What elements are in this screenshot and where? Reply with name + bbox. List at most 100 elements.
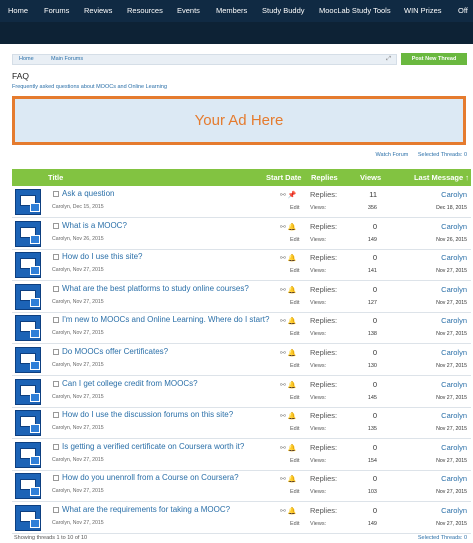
thread-row[interactable]: How do you unenroll from a Course on Cou… (12, 471, 471, 503)
forum-thread-icon[interactable] (15, 441, 41, 468)
link-icon[interactable]: ⚯ (280, 413, 286, 420)
thread-row[interactable]: What is a MOOC? Carolyn, Nov 26, 2015 ⚯ 🔔 Ed… (12, 219, 471, 250)
edit-link[interactable]: Edit (290, 395, 299, 401)
edit-link[interactable]: Edit (290, 521, 299, 527)
thread-row[interactable]: Do MOOCs offer Certificates? Carolyn, Nov… (12, 345, 471, 376)
last-message-date[interactable]: Nov 27, 2015 (436, 458, 467, 464)
nav-study-buddy[interactable]: Study Buddy (262, 6, 305, 15)
thread-row[interactable]: Is getting a verified certificate on Cou… (12, 440, 471, 471)
column-views[interactable]: Views (360, 173, 381, 182)
bell-icon[interactable]: 🔔 (288, 476, 297, 483)
nav-forums[interactable]: Forums (44, 6, 69, 15)
bell-icon[interactable]: 🔔 (288, 413, 297, 420)
last-message-date[interactable]: Nov 27, 2015 (436, 268, 467, 274)
selected-threads-link[interactable]: Selected Threads: 0 (418, 152, 467, 158)
last-message-user[interactable]: Carolyn (441, 474, 467, 483)
pin-icon[interactable]: 📌 (288, 192, 297, 199)
thread-row[interactable]: What are the requirements for taking a M… (12, 503, 471, 534)
last-message-date[interactable]: Nov 27, 2015 (436, 363, 467, 369)
last-message-date[interactable]: Nov 27, 2015 (436, 426, 467, 432)
thread-title[interactable]: What are the requirements for taking a M… (62, 505, 230, 514)
last-message-date[interactable]: Nov 27, 2015 (436, 521, 467, 527)
edit-link[interactable]: Edit (290, 205, 299, 211)
thread-title[interactable]: How do I use this site? (62, 252, 142, 261)
edit-link[interactable]: Edit (290, 426, 299, 432)
bell-icon[interactable]: 🔔 (288, 287, 297, 294)
edit-link[interactable]: Edit (290, 268, 299, 274)
watch-forum-link[interactable]: Watch Forum (376, 152, 409, 158)
thread-row[interactable]: Ask a question Carolyn, Dec 15, 2015 ⚯ 📌 Edi… (12, 187, 471, 218)
bell-icon[interactable]: 🔔 (288, 255, 297, 262)
thread-checkbox[interactable] (53, 222, 59, 229)
edit-link[interactable]: Edit (290, 300, 299, 306)
link-icon[interactable]: ⚯ (280, 350, 286, 357)
breadcrumb-main-forums[interactable]: Main Forums (51, 56, 83, 62)
ad-banner[interactable]: Your Ad Here (12, 96, 466, 145)
breadcrumb-home[interactable]: Home (19, 56, 34, 62)
forum-thread-icon[interactable] (15, 347, 41, 373)
forum-thread-icon[interactable] (15, 283, 41, 310)
nav-win-prizes[interactable]: WIN Prizes (404, 6, 442, 15)
column-title[interactable]: Title (48, 173, 63, 182)
last-message-user[interactable]: Carolyn (441, 222, 467, 231)
edit-link[interactable]: Edit (290, 331, 299, 337)
thread-title[interactable]: What are the best platforms to study onl… (62, 284, 249, 293)
thread-checkbox[interactable] (53, 507, 59, 513)
link-icon[interactable]: ⚯ (280, 318, 286, 325)
thread-checkbox[interactable] (53, 317, 59, 324)
thread-title[interactable]: Is getting a verified certificate on Cou… (62, 442, 244, 451)
last-message-date[interactable]: Nov 27, 2015 (436, 395, 467, 401)
thread-checkbox[interactable] (53, 285, 59, 292)
nav-members[interactable]: Members (216, 6, 247, 15)
bell-icon[interactable]: 🔔 (288, 508, 297, 515)
bell-icon[interactable]: 🔔 (288, 382, 297, 389)
last-message-date[interactable]: Nov 27, 2015 (436, 489, 467, 495)
last-message-date[interactable]: Nov 26, 2015 (436, 237, 467, 243)
last-message-user[interactable]: Carolyn (441, 506, 467, 515)
thread-title[interactable]: Do MOOCs offer Certificates? (62, 347, 168, 356)
forum-thread-icon[interactable] (15, 505, 41, 531)
bell-icon[interactable]: 🔔 (288, 350, 297, 357)
edit-link[interactable]: Edit (290, 363, 299, 369)
column-last-message[interactable]: Last Message ↑ (414, 173, 469, 182)
link-icon[interactable]: ⚯ (280, 255, 286, 262)
bell-icon[interactable]: 🔔 (288, 445, 297, 452)
last-message-user[interactable]: Carolyn (441, 253, 467, 262)
thread-title[interactable]: How do I use the discussion forums on th… (62, 410, 233, 419)
thread-title[interactable]: Ask a question (62, 189, 114, 198)
last-message-date[interactable]: Dec 18, 2015 (436, 205, 467, 211)
thread-checkbox[interactable] (53, 191, 59, 197)
edit-link[interactable]: Edit (290, 489, 299, 495)
thread-row[interactable]: Can I get college credit from MOOCs? Caro… (12, 377, 471, 408)
pin-icon[interactable]: ⤢ (386, 56, 391, 63)
thread-title[interactable]: I'm new to MOOCs and Online Learning. Wh… (62, 315, 269, 324)
edit-link[interactable]: Edit (290, 458, 299, 464)
link-icon[interactable]: ⚯ (280, 476, 286, 483)
forum-thread-icon[interactable] (15, 315, 41, 342)
thread-checkbox[interactable] (53, 475, 59, 482)
bell-icon[interactable]: 🔔 (288, 224, 297, 231)
last-message-user[interactable]: Carolyn (441, 316, 467, 325)
last-message-user[interactable]: Carolyn (441, 348, 467, 357)
forum-thread-icon[interactable] (15, 189, 41, 215)
link-icon[interactable]: ⚯ (280, 508, 286, 515)
last-message-user[interactable]: Carolyn (441, 285, 467, 294)
selected-threads-footer[interactable]: Selected Threads: 0 (418, 535, 467, 541)
thread-checkbox[interactable] (53, 349, 59, 355)
thread-checkbox[interactable] (53, 254, 59, 261)
thread-checkbox[interactable] (53, 443, 59, 450)
column-replies[interactable]: Replies (311, 173, 338, 182)
last-message-user[interactable]: Carolyn (441, 380, 467, 389)
thread-row[interactable]: I'm new to MOOCs and Online Learning. Wh… (12, 313, 471, 345)
thread-title[interactable]: What is a MOOC? (62, 221, 127, 230)
thread-checkbox[interactable] (53, 380, 59, 387)
nav-events[interactable]: Events (177, 6, 200, 15)
bell-icon[interactable]: 🔔 (288, 318, 297, 325)
thread-row[interactable]: How do I use the discussion forums on th… (12, 408, 471, 440)
thread-title[interactable]: Can I get college credit from MOOCs? (62, 379, 198, 388)
post-new-thread-button[interactable]: Post New Thread (401, 53, 467, 65)
nav-reviews[interactable]: Reviews (84, 6, 112, 15)
link-icon[interactable]: ⚯ (280, 382, 286, 389)
nav-offers[interactable]: Off (458, 6, 468, 15)
thread-row[interactable]: What are the best platforms to study onl… (12, 282, 471, 313)
